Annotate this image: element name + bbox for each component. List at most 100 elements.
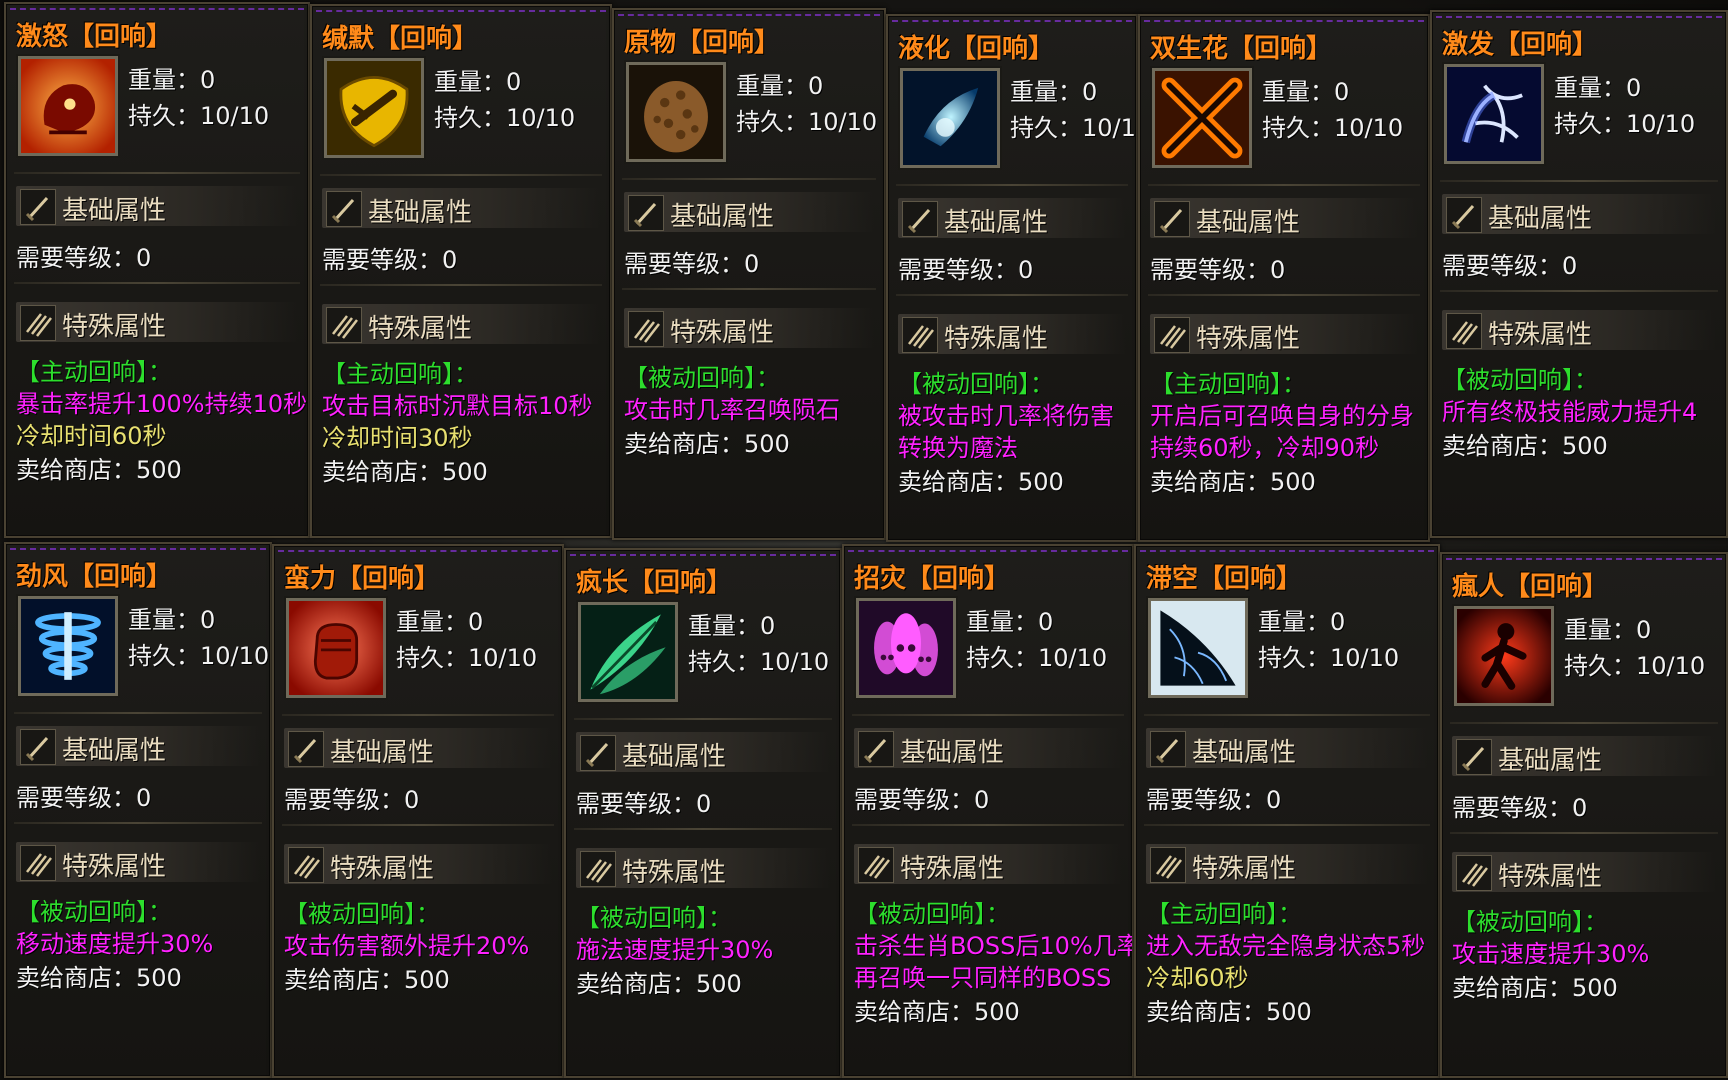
tooltip-top-border [278,550,558,558]
section-divider [896,294,1128,296]
silence-icon[interactable] [322,56,426,160]
basic-attributes-header: 基础属性 [322,188,600,228]
sell-price: 卖给商店：500 [16,964,182,992]
item-name-suffix: 【回响】 [336,564,441,594]
item-tooltip-card: 液化【回响】 重量：0 持久：10/10 基础属性 需要等级：0 特殊属性 【被动回响】：… [886,14,1138,542]
required-level: 需要等级：0 [322,246,458,274]
claw-icon [1456,855,1492,891]
effect-text: 开启后可召唤自身的分身 [1150,402,1414,430]
skull-icon[interactable] [854,596,958,700]
item-name: 激发 [1442,30,1495,60]
sword-icon [902,201,938,237]
sword-icon [20,729,56,765]
item-title: 缄默【回响】 [322,18,478,55]
echo-type: 【被动回响】： [284,900,440,928]
section-divider [1144,824,1430,826]
effect-text: 攻击伤害额外提升20% [284,932,530,960]
item-weight: 重量：0 [1564,616,1652,644]
liquefy-icon[interactable] [898,66,1002,170]
item-name-suffix: 【回响】 [68,22,173,52]
special-attributes-header: 特殊属性 [1452,852,1716,892]
special-attributes-label: 特殊属性 [944,324,1049,354]
sword-icon [580,735,616,771]
special-attributes-label: 特殊属性 [330,854,435,884]
effect-text: 击杀生肖BOSS后10%几率 [854,932,1134,960]
basic-attributes-label: 基础属性 [944,208,1049,238]
sell-price: 卖给商店：500 [624,430,790,458]
item-weight: 重量：0 [128,66,216,94]
claw-icon [580,851,616,887]
required-level: 需要等级：0 [1452,794,1588,822]
cooldown-text: 冷却时间60秒 [16,422,167,450]
item-title: 瘋人【回响】 [1452,566,1608,603]
effect-text: 攻击速度提升30% [1452,940,1650,968]
twin-flower-icon[interactable] [1150,66,1254,170]
item-durability: 持久：10/10 [1262,114,1404,142]
fist-icon[interactable] [284,596,388,700]
item-name-suffix: 【回响】 [1228,34,1333,64]
item-weight: 重量：0 [1262,78,1350,106]
effect-text: 被攻击时几率将伤害 [898,402,1114,430]
required-level: 需要等级：0 [898,256,1034,284]
item-name-suffix: 【回响】 [628,568,733,598]
sword-icon [20,189,56,225]
item-weight: 重量：0 [128,606,216,634]
special-attributes-label: 特殊属性 [368,314,473,344]
echo-type: 【主动回响】： [1150,370,1306,398]
item-tooltip-card: 滞空【回响】 重量：0 持久：10/10 基础属性 需要等级：0 特殊属性 【主动回响】：… [1134,544,1440,1078]
item-tooltip-card: 招灾【回响】 重量：0 持久：10/10 基础属性 需要等级：0 特殊属性 【被动回响】：… [842,544,1134,1078]
tooltip-top-border [316,10,606,18]
item-weight: 重量：0 [1554,74,1642,102]
sell-price: 卖给商店：500 [1442,432,1608,460]
section-divider [852,824,1124,826]
effect-text: 所有终极技能威力提升4 [1442,398,1698,426]
special-attributes-header: 特殊属性 [322,304,600,344]
special-attributes-label: 特殊属性 [900,854,1005,884]
basic-attributes-header: 基础属性 [1150,198,1418,238]
item-name: 激怒 [16,22,69,52]
item-durability: 持久：10/10 [1258,644,1400,672]
section-divider [1148,294,1420,296]
whirlwind-icon[interactable] [16,594,120,698]
echo-type: 【主动回响】： [16,358,172,386]
item-durability: 持久：10/10 [128,102,270,130]
basic-attributes-label: 基础属性 [670,202,775,232]
sword-icon [1446,197,1482,233]
item-title: 双生花【回响】 [1150,28,1332,65]
item-tooltip-card: 劲风【回响】 重量：0 持久：10/10 基础属性 需要等级：0 特殊属性 【被动回响】：… [4,542,272,1078]
special-attributes-label: 特殊属性 [1192,854,1297,884]
claw-icon [288,847,324,883]
madman-icon[interactable] [1452,604,1556,708]
void-icon[interactable] [1146,596,1250,700]
section-divider [1144,714,1430,716]
item-durability: 持久：10/10 [1010,114,1138,142]
special-attributes-header: 特殊属性 [1442,310,1716,350]
section-divider [1440,180,1718,182]
basic-attributes-label: 基础属性 [1488,204,1593,234]
sell-price: 卖给商店：500 [1146,998,1312,1026]
basic-attributes-label: 基础属性 [1192,738,1297,768]
lightning-icon[interactable] [1442,62,1546,166]
meteor-icon[interactable] [624,60,728,164]
required-level: 需要等级：0 [16,784,152,812]
item-tooltip-card: 原物【回响】 重量：0 持久：10/10 基础属性 需要等级：0 特殊属性 【被动回响】：… [612,8,886,540]
sword-icon [1154,201,1190,237]
tooltip-top-border [10,548,266,556]
tooltip-top-border [892,20,1132,28]
basic-attributes-label: 基础属性 [330,738,435,768]
claw-icon [1150,847,1186,883]
special-attributes-header: 特殊属性 [16,842,260,882]
tooltip-collage: 激怒【回响】 重量：0 持久：10/10 基础属性 需要等级：0 特殊属性 【主动回响】：… [0,0,1728,1080]
item-name-suffix: 【回响】 [950,34,1055,64]
rage-icon[interactable] [16,54,120,158]
required-level: 需要等级：0 [16,244,152,272]
item-title: 疯长【回响】 [576,562,732,599]
effect-text: 进入无敌完全隐身状态5秒 [1146,932,1426,960]
item-weight: 重量：0 [736,72,824,100]
leaf-icon[interactable] [576,600,680,704]
item-weight: 重量：0 [1258,608,1346,636]
effect-text: 移动速度提升30% [16,930,214,958]
required-level: 需要等级：0 [1146,786,1282,814]
item-name: 瘋人 [1452,572,1505,602]
required-level: 需要等级：0 [284,786,420,814]
